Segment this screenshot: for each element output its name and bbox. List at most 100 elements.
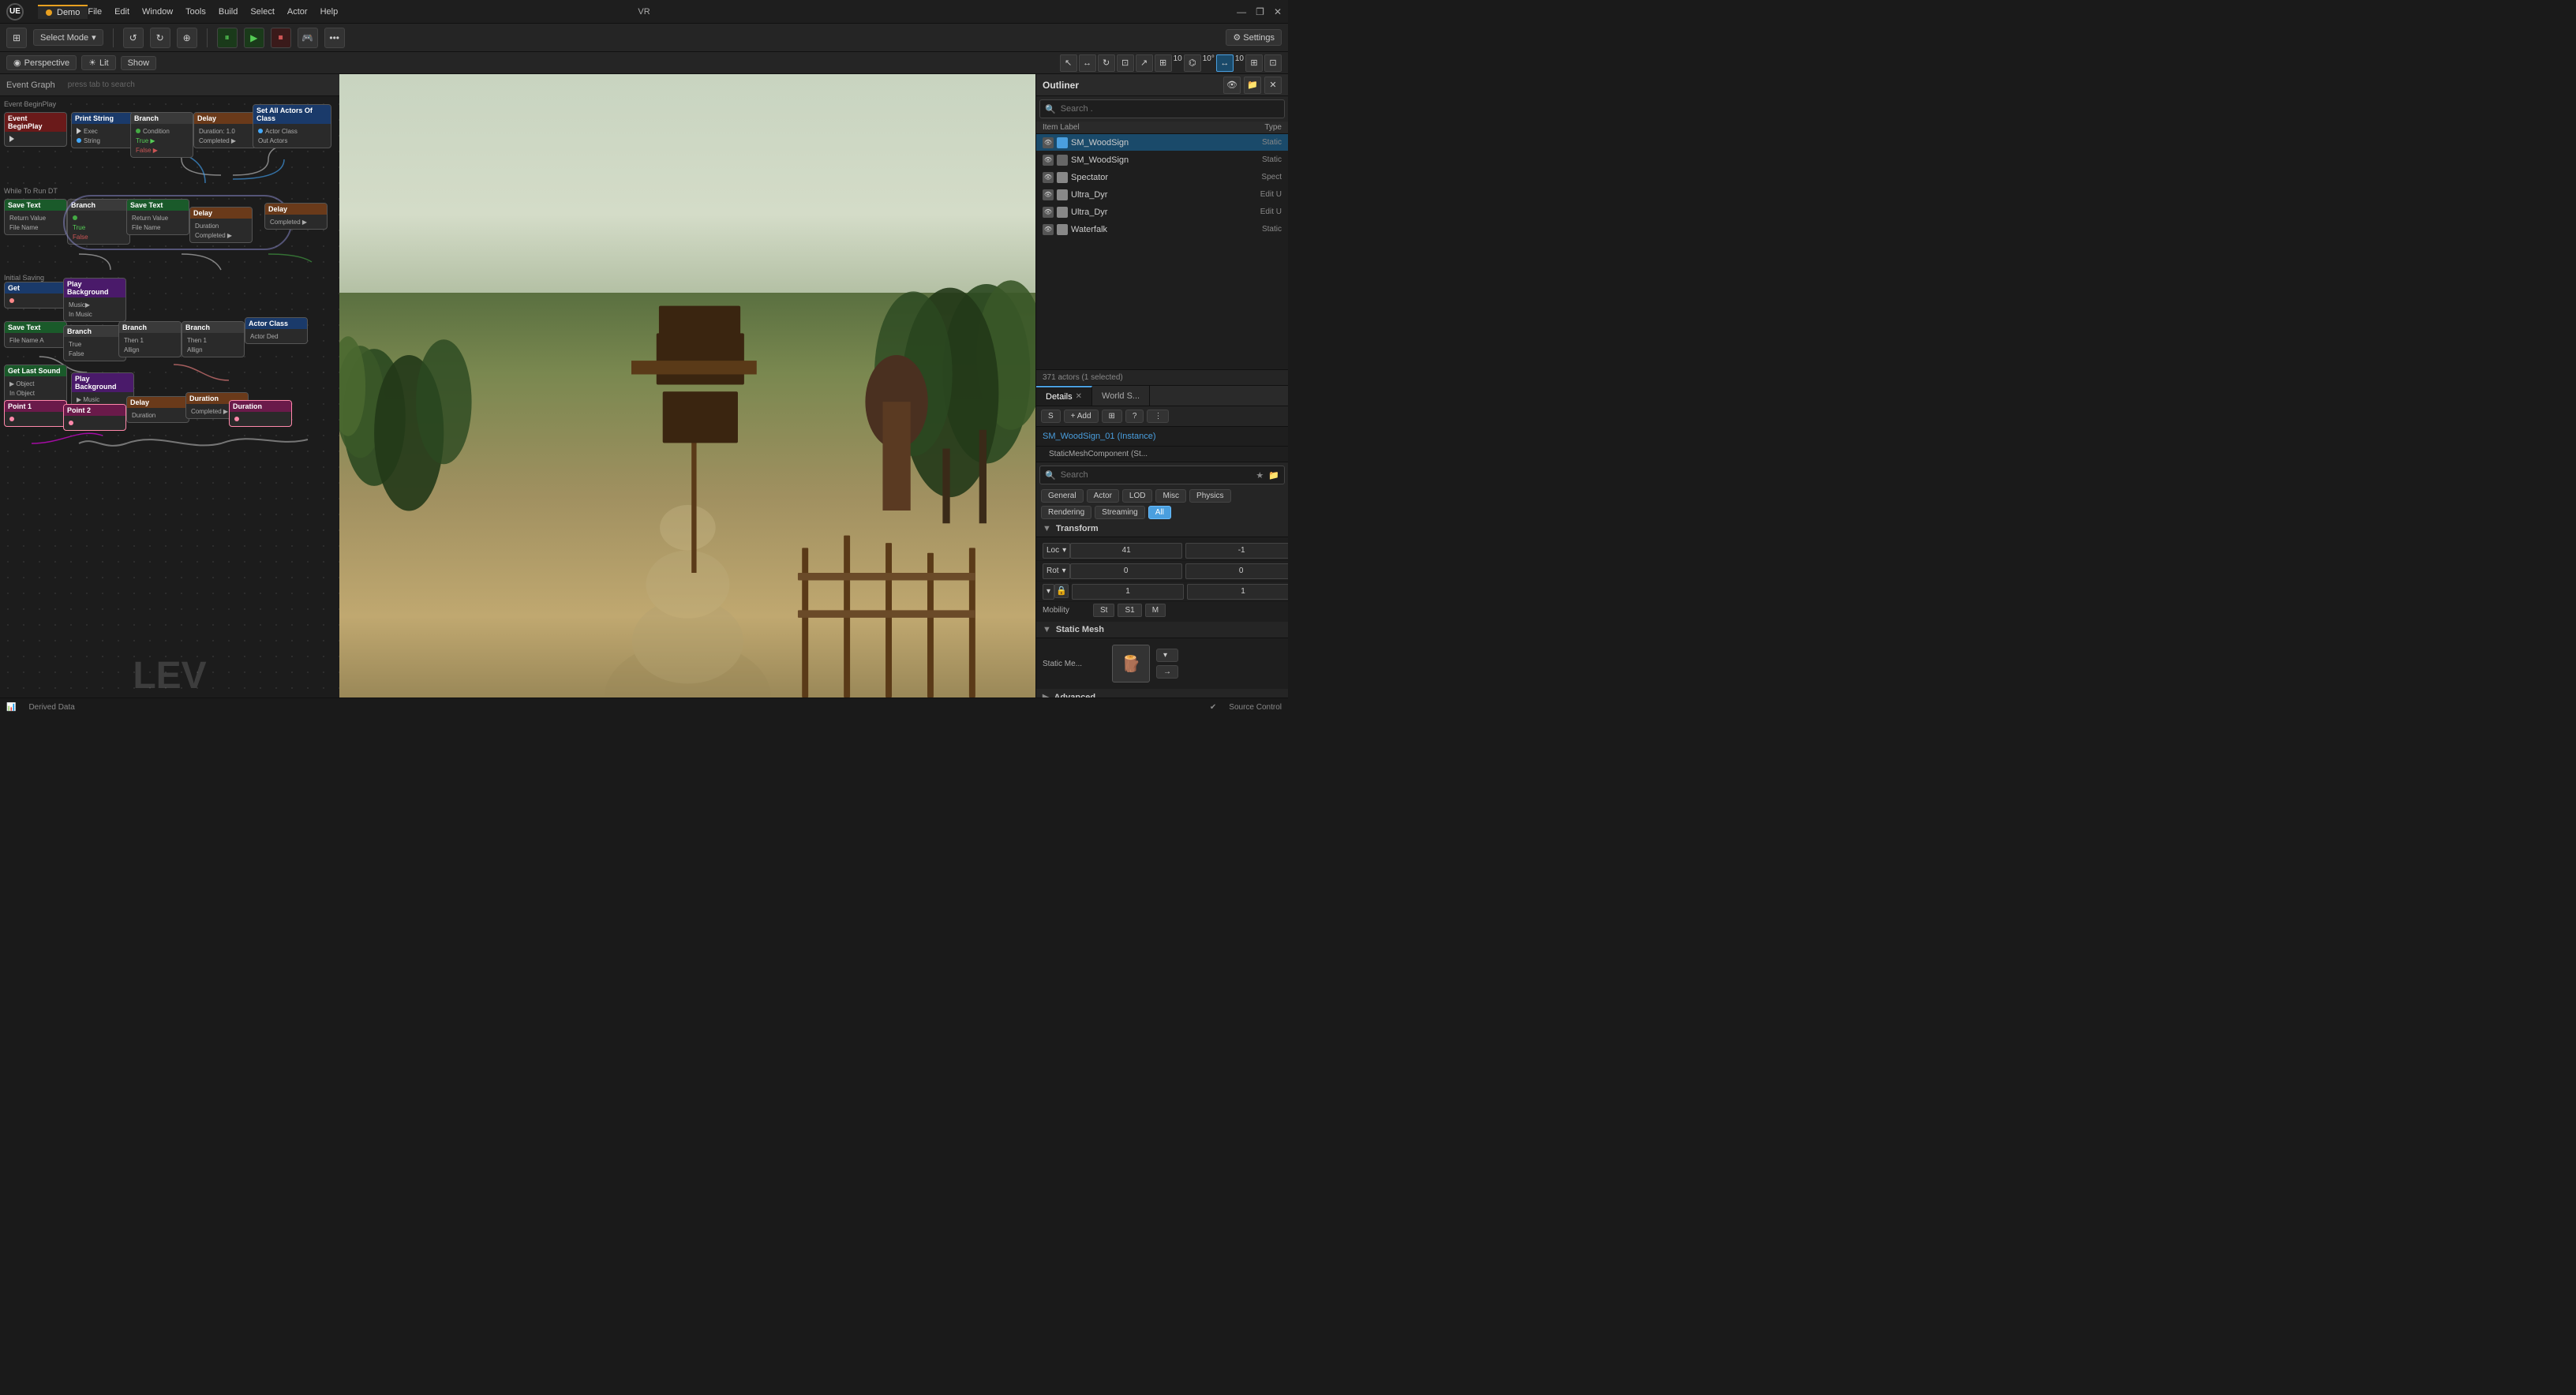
bp-node-pink2[interactable]: Point 2	[63, 404, 126, 431]
settings-button[interactable]: ⚙ Settings	[1226, 29, 1282, 46]
filter-physics[interactable]: Physics	[1189, 489, 1230, 503]
details-star-icon[interactable]: ★	[1256, 470, 1264, 481]
outliner-close-icon[interactable]: ✕	[1264, 77, 1282, 94]
perspective-button[interactable]: ◉ Perspective	[6, 55, 77, 70]
rot-dropdown[interactable]: Rot ▾	[1043, 563, 1070, 579]
outliner-vis-btn-1[interactable]: 👁	[1043, 155, 1054, 166]
outliner-eye-icon[interactable]: 👁	[1223, 77, 1241, 94]
scale-x-input[interactable]	[1072, 584, 1184, 600]
mobility-stationary-btn[interactable]: S1	[1118, 604, 1141, 617]
grid-toggle-icon[interactable]: ⊞	[1155, 54, 1172, 72]
loc-x-input[interactable]	[1070, 543, 1182, 559]
details-more-btn[interactable]: ⋮	[1147, 410, 1169, 423]
viewport-3d[interactable]	[339, 74, 1035, 698]
outliner-item-5[interactable]: 👁 Waterfalk Static	[1036, 221, 1288, 238]
outliner-vis-btn-5[interactable]: 👁	[1043, 224, 1054, 235]
close-button[interactable]: ✕	[1274, 6, 1282, 17]
viewport-maximize-icon[interactable]: ⊡	[1264, 54, 1282, 72]
play-button[interactable]: ▶	[244, 28, 264, 48]
gamepad-button[interactable]: 🎮	[298, 28, 318, 48]
bp-node-delay-bottom[interactable]: Delay Duration	[126, 396, 189, 423]
bp-node-s3-4[interactable]: Branch True False	[63, 325, 126, 361]
transform-btn-1[interactable]: ↺	[123, 28, 144, 48]
select-mode-button[interactable]: Select Mode ▾	[33, 29, 103, 46]
rot-x-input[interactable]	[1070, 563, 1182, 579]
bp-node-s3-low2[interactable]: Play Background ▶ Music	[71, 372, 134, 407]
translate-icon[interactable]: ↔	[1079, 54, 1096, 72]
details-tab-close[interactable]: ✕	[1076, 392, 1082, 401]
filter-rendering[interactable]: Rendering	[1041, 506, 1091, 519]
stop-button[interactable]: ⏹	[271, 28, 291, 48]
menu-file[interactable]: File	[88, 7, 102, 17]
angle-toggle-icon[interactable]: ⌬	[1184, 54, 1201, 72]
outliner-search-input[interactable]	[1061, 104, 1279, 114]
bp-node-s3-1[interactable]: Get	[4, 282, 67, 309]
lit-button[interactable]: ☀ Lit	[81, 55, 116, 70]
outliner-item-4[interactable]: 👁 Ultra_Dyr Edit U	[1036, 204, 1288, 221]
bp-node-print[interactable]: Print String Exec String	[71, 112, 134, 148]
bp-node-savetext2[interactable]: Save Text Return Value File Name	[126, 199, 189, 235]
mobility-static-btn[interactable]: St	[1093, 604, 1114, 617]
scale-icon[interactable]: ⊡	[1117, 54, 1134, 72]
demo-tab[interactable]: Demo	[38, 5, 88, 19]
bp-node-s3-3[interactable]: Save Text File Name A	[4, 321, 67, 348]
outliner-vis-btn-4[interactable]: 👁	[1043, 207, 1054, 218]
details-save-icon[interactable]: 📁	[1268, 470, 1279, 481]
menu-help[interactable]: Help	[320, 7, 339, 17]
bp-node-branch1[interactable]: Branch Condition True ▶ False ▶	[130, 112, 193, 158]
static-mesh-section-header[interactable]: ▼ Static Mesh	[1036, 622, 1288, 638]
outliner-search-bar[interactable]: 🔍	[1039, 99, 1285, 118]
static-mesh-nav-btn[interactable]: →	[1156, 665, 1178, 679]
mobility-movable-btn[interactable]: M	[1145, 604, 1166, 617]
filter-streaming[interactable]: Streaming	[1095, 506, 1145, 519]
menu-tools[interactable]: Tools	[185, 7, 206, 17]
viewport-layout-icon[interactable]: ⊞	[1245, 54, 1263, 72]
transform-btn-2[interactable]: ↻	[150, 28, 170, 48]
bp-node-pink3[interactable]: Duration	[229, 400, 292, 427]
outliner-item-0[interactable]: 👁 SM_WoodSign Static	[1036, 134, 1288, 151]
more-options-button[interactable]: •••	[324, 28, 345, 48]
outliner-item-3[interactable]: 👁 Ultra_Dyr Edit U	[1036, 186, 1288, 204]
outliner-vis-btn-2[interactable]: 👁	[1043, 172, 1054, 183]
details-tab-world[interactable]: World S...	[1092, 386, 1150, 406]
outliner-item-1[interactable]: 👁 SM_WoodSign Static	[1036, 151, 1288, 169]
cursor-mode-icon[interactable]: ↖	[1060, 54, 1077, 72]
menu-window[interactable]: Window	[142, 7, 173, 17]
bp-node-delay1[interactable]: Delay Duration: 1.0 Completed ▶	[193, 112, 256, 148]
transform-section-header[interactable]: ▼ Transform	[1036, 521, 1288, 537]
show-button[interactable]: Show	[121, 56, 157, 70]
bp-node-branch2[interactable]: Branch True False	[67, 199, 130, 245]
menu-select[interactable]: Select	[250, 7, 275, 17]
filter-actor[interactable]: Actor	[1087, 489, 1119, 503]
bp-node-s3-7[interactable]: Actor Class Actor Ded	[245, 317, 308, 344]
transform-icon[interactable]: ↗	[1136, 54, 1153, 72]
bp-node-delay3[interactable]: Delay Completed ▶	[264, 203, 328, 230]
details-layout-btn[interactable]: ⊞	[1102, 410, 1122, 423]
loc-dropdown[interactable]: Loc ▾	[1043, 543, 1070, 559]
loc-y-input[interactable]	[1185, 543, 1288, 559]
filter-misc[interactable]: Misc	[1155, 489, 1186, 503]
minimize-button[interactable]: —	[1237, 6, 1246, 17]
bp-node-beginplay[interactable]: Event BeginPlay	[4, 112, 67, 147]
outliner-item-2[interactable]: 👁 Spectator Spect	[1036, 169, 1288, 186]
filter-general[interactable]: General	[1041, 489, 1084, 503]
menu-edit[interactable]: Edit	[114, 7, 129, 17]
outliner-vis-btn-0[interactable]: 👁	[1043, 137, 1054, 148]
pause-button[interactable]: ⏸	[217, 28, 238, 48]
bp-node-savetext1[interactable]: Save Text Return Value File Name	[4, 199, 67, 235]
rotate-icon[interactable]: ↻	[1098, 54, 1115, 72]
scale-toggle-icon[interactable]: ↔	[1216, 54, 1234, 72]
details-tab-details[interactable]: Details ✕	[1036, 386, 1092, 406]
bp-node-delay2[interactable]: Delay Duration Completed ▶	[189, 207, 253, 243]
bp-node-s3-5[interactable]: Branch Then 1 Allign	[118, 321, 182, 357]
filter-all[interactable]: All	[1148, 506, 1171, 519]
outliner-save-icon[interactable]: 📁	[1244, 77, 1261, 94]
scale-dropdown[interactable]: ▾	[1043, 584, 1054, 600]
maximize-button[interactable]: ❐	[1256, 6, 1264, 17]
bp-node-s3-6[interactable]: Branch Then 1 Allign	[182, 321, 245, 357]
bp-node-pink1[interactable]: Point 1	[4, 400, 67, 427]
details-search-bar[interactable]: 🔍 ★ 📁	[1039, 466, 1285, 484]
bp-node-s3-2[interactable]: Play Background Music▶ In Music	[63, 278, 126, 322]
advanced-section-header[interactable]: ▶ Advanced	[1036, 689, 1288, 698]
toolbar-layout-icon[interactable]: ⊞	[6, 28, 27, 48]
